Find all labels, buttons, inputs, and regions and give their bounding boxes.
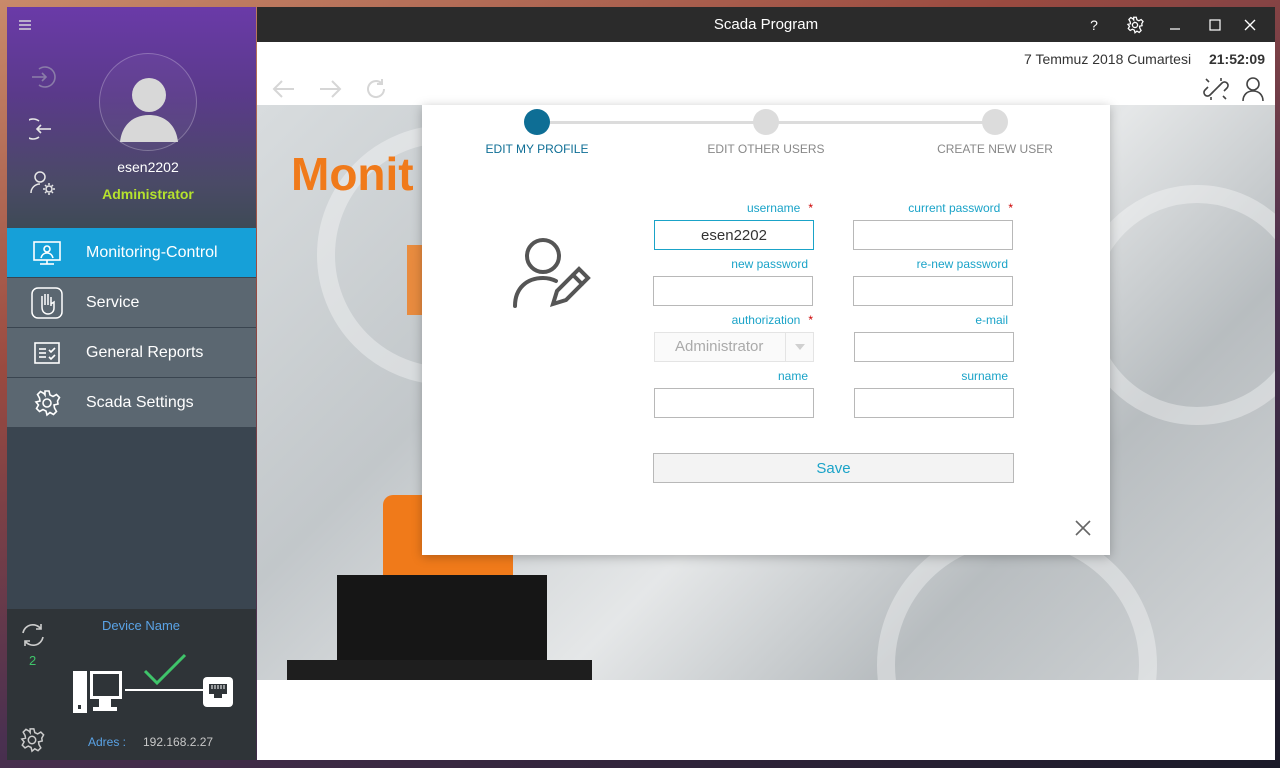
sidebar-header: esen2202 Administrator	[7, 7, 256, 228]
device-status-panel: 2 Device Name Adres : 192.168.2.27	[7, 609, 256, 760]
device-name-label: Device Name	[102, 618, 181, 633]
sidebar-item-scada-settings[interactable]: Scada Settings	[7, 378, 256, 428]
refresh-icon[interactable]	[363, 77, 389, 101]
monitor-user-icon	[30, 236, 64, 270]
time-text: 21:52:09	[1208, 51, 1265, 67]
close-icon[interactable]	[1072, 517, 1094, 539]
computer-icon	[73, 667, 125, 715]
sidebar-item-label: Monitoring-Control	[86, 243, 218, 261]
email-input[interactable]	[854, 332, 1014, 362]
name-input[interactable]	[654, 388, 814, 418]
hand-stop-icon	[30, 286, 64, 320]
surname-label: surname	[961, 369, 1008, 383]
help-button[interactable]: ?	[1076, 7, 1112, 42]
renew-password-input[interactable]	[853, 276, 1013, 306]
top-right-tools	[1203, 76, 1265, 107]
edit-profile-dialog: EDIT MY PROFILE EDIT OTHER USERS CREATE …	[422, 105, 1110, 555]
new-password-input[interactable]	[653, 276, 813, 306]
login-icon[interactable]	[29, 63, 57, 91]
link-broken-icon[interactable]	[1203, 76, 1229, 107]
maximize-button[interactable]	[1197, 7, 1233, 42]
sync-icon[interactable]	[19, 621, 47, 649]
sidebar-item-monitoring-control[interactable]: Monitoring-Control	[7, 228, 256, 278]
current-password-label: current password *	[908, 201, 1013, 215]
back-arrow-icon[interactable]	[271, 77, 297, 101]
sidebar-item-general-reports[interactable]: General Reports	[7, 328, 256, 378]
settings-button[interactable]	[1117, 7, 1153, 42]
date-time-bar: 7 Temmuz 2018 Cumartesi 21:52:09	[1024, 51, 1265, 67]
close-button[interactable]	[1232, 7, 1268, 42]
connection-line	[125, 689, 207, 691]
sidebar-nav: Monitoring-Control Service General Repor…	[7, 228, 256, 428]
user-name: esen2202	[117, 159, 179, 175]
current-password-input[interactable]	[853, 220, 1013, 250]
forward-arrow-icon[interactable]	[317, 77, 343, 101]
renew-password-label: re-new password	[916, 257, 1008, 271]
step-label-edit-my-profile[interactable]: EDIT MY PROFILE	[457, 142, 617, 156]
address-label: Adres :	[88, 735, 127, 749]
date-text: 7 Temmuz 2018 Cumartesi	[1024, 51, 1192, 67]
hamburger-menu-icon[interactable]	[17, 17, 33, 33]
navigation-arrows	[271, 77, 389, 101]
authorization-select[interactable]: Administrator	[654, 332, 814, 362]
sidebar-item-label: Scada Settings	[86, 393, 194, 411]
sidebar-item-label: General Reports	[86, 343, 204, 361]
username-input[interactable]	[654, 220, 814, 250]
user-settings-icon[interactable]	[29, 169, 57, 197]
address-value: 192.168.2.27	[143, 735, 214, 749]
authorization-label: authorization *	[731, 313, 813, 327]
bg-decoration	[287, 660, 592, 680]
surname-input[interactable]	[854, 388, 1014, 418]
minimize-button[interactable]	[1157, 7, 1193, 42]
edit-user-icon	[509, 230, 595, 316]
title-bar: Scada Program ?	[257, 7, 1275, 42]
avatar	[99, 53, 197, 151]
authorization-value: Administrator	[675, 338, 764, 355]
chevron-down-icon[interactable]	[785, 333, 813, 361]
step-dot-create-new-user[interactable]	[982, 109, 1008, 135]
save-button[interactable]: Save	[653, 453, 1014, 483]
step-dot-edit-my-profile[interactable]	[524, 109, 550, 135]
background-title: Monit	[291, 148, 414, 200]
sidebar: esen2202 Administrator Monitoring-Contro…	[7, 7, 256, 760]
gear-icon[interactable]	[19, 727, 45, 753]
step-label-edit-other-users[interactable]: EDIT OTHER USERS	[686, 142, 846, 156]
check-icon	[143, 653, 187, 687]
step-label-create-new-user[interactable]: CREATE NEW USER	[915, 142, 1075, 156]
new-password-label: new password	[731, 257, 808, 271]
user-icon[interactable]	[1241, 76, 1265, 107]
ethernet-port-icon	[203, 677, 233, 707]
sidebar-item-label: Service	[86, 293, 140, 311]
user-role: Administrator	[102, 186, 194, 202]
email-label: e-mail	[975, 313, 1008, 327]
sidebar-item-service[interactable]: Service	[7, 278, 256, 328]
username-label: username *	[746, 201, 813, 215]
name-label: name	[777, 369, 808, 383]
step-dot-edit-other-users[interactable]	[753, 109, 779, 135]
gear-icon	[30, 386, 64, 420]
logout-icon[interactable]	[22, 115, 57, 143]
report-checklist-icon	[30, 336, 64, 370]
main-window: Scada Program ? 7 Temmuz 2018 Cumartesi …	[257, 7, 1275, 760]
sync-count: 2	[29, 653, 37, 668]
